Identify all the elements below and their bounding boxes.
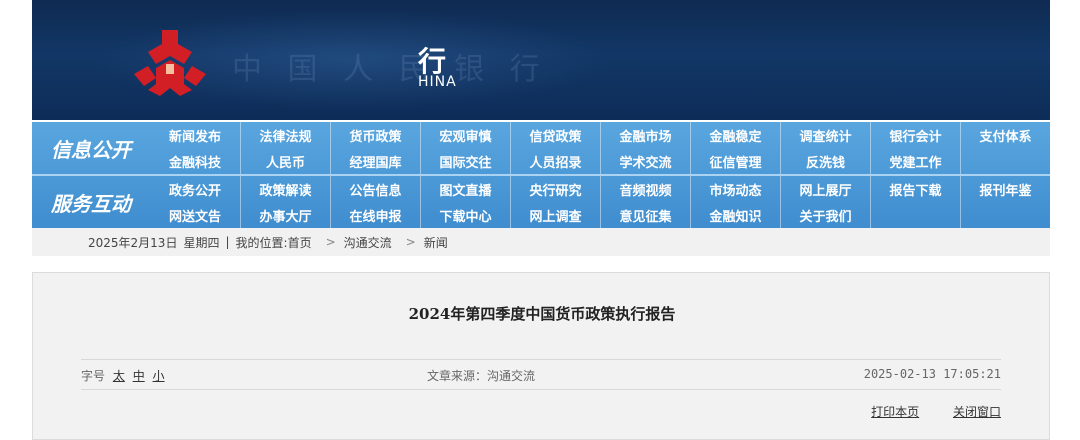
nav-item[interactable]: 支付体系 — [960, 122, 1050, 148]
breadcrumb-separator: > — [325, 235, 336, 249]
nav-item[interactable]: 报刊年鉴 — [960, 176, 1050, 202]
nav-item[interactable]: 学术交流 — [600, 148, 690, 174]
nav-item[interactable]: 网送文告 — [150, 202, 240, 228]
nav-item[interactable]: 党建工作 — [870, 148, 960, 174]
nav-item[interactable]: 下载中心 — [420, 202, 510, 228]
nav-item[interactable]: 网上展厅 — [780, 176, 870, 202]
nav-item[interactable]: 报告下载 — [870, 176, 960, 202]
nav-item[interactable]: 音频视频 — [600, 176, 690, 202]
nav-item[interactable]: 信贷政策 — [510, 122, 600, 148]
nav-item[interactable]: 国际交往 — [420, 148, 510, 174]
nav-item[interactable]: 征信管理 — [690, 148, 780, 174]
main-nav: 信息公开 服务互动 新闻发布 法律法规 货币政策 宏观审慎 信贷政策 金融市场 … — [32, 122, 1050, 228]
font-size-small-link[interactable]: 小 — [153, 369, 165, 383]
nav-item[interactable]: 政务公开 — [150, 176, 240, 202]
breadcrumb-separator: > — [405, 235, 416, 249]
current-weekday: 星期四 — [183, 235, 220, 250]
print-page-link[interactable]: 打印本页 — [871, 405, 919, 419]
nav-item-empty — [960, 148, 1050, 174]
nav-item[interactable]: 政策解读 — [240, 176, 330, 202]
nav-item[interactable]: 金融稳定 — [690, 122, 780, 148]
breadcrumb: 2025年2月13日 星期四 | 我的位置: 首页 > 沟通交流 > 新闻 — [32, 228, 1050, 256]
page: 中 国 人 民 银 行 行 HINA 信息公开 服务互动 新闻发布 法律法规 货… — [32, 0, 1050, 440]
nav-item[interactable]: 在线申报 — [330, 202, 420, 228]
nav-item[interactable]: 图文直播 — [420, 176, 510, 202]
nav-row-2: 金融科技 人民币 经理国库 国际交往 人员招录 学术交流 征信管理 反洗钱 党建… — [150, 148, 1050, 174]
nav-section-info-disclosure[interactable]: 信息公开 — [32, 122, 150, 174]
header-banner: 中 国 人 民 银 行 行 HINA — [32, 0, 1050, 120]
nav-item[interactable]: 货币政策 — [330, 122, 420, 148]
article-meta: 字号 太 中 小 文章来源：沟通交流 2025-02-13 17:05:21 — [81, 367, 1001, 387]
nav-item[interactable]: 法律法规 — [240, 122, 330, 148]
nav-item[interactable]: 意见征集 — [600, 202, 690, 228]
breadcrumb-level1-link[interactable]: 沟通交流 — [344, 234, 392, 251]
nav-item[interactable]: 央行研究 — [510, 176, 600, 202]
nav-item-empty — [960, 202, 1050, 228]
article-source: 文章来源：沟通交流 — [427, 369, 536, 383]
meta-top-rule — [81, 359, 1001, 360]
nav-item[interactable]: 调查统计 — [780, 122, 870, 148]
font-size-large-link[interactable]: 太 — [113, 369, 125, 383]
breadcrumb-divider: | — [225, 235, 230, 249]
nav-row-3: 政务公开 政策解读 公告信息 图文直播 央行研究 音频视频 市场动态 网上展厅 … — [150, 176, 1050, 202]
meta-bottom-rule — [81, 389, 1001, 390]
banner-title-en: HINA — [418, 74, 457, 90]
article-panel: 2024年第四季度中国货币政策执行报告 字号 太 中 小 文章来源：沟通交流 2… — [32, 272, 1050, 440]
nav-item[interactable]: 经理国库 — [330, 148, 420, 174]
close-window-link[interactable]: 关闭窗口 — [953, 405, 1001, 419]
banner-faded-text: 中 国 人 民 银 行 — [232, 52, 548, 87]
breadcrumb-home-link[interactable]: 首页 — [288, 234, 312, 251]
nav-item[interactable]: 金融知识 — [690, 202, 780, 228]
nav-item[interactable]: 公告信息 — [330, 176, 420, 202]
nav-item[interactable]: 办事大厅 — [240, 202, 330, 228]
nav-item[interactable]: 人员招录 — [510, 148, 600, 174]
nav-item[interactable]: 金融科技 — [150, 148, 240, 174]
nav-item[interactable]: 网上调查 — [510, 202, 600, 228]
location-label: 我的位置: — [235, 235, 288, 250]
nav-section-service-interaction[interactable]: 服务互动 — [32, 176, 150, 228]
nav-item-empty — [870, 202, 960, 228]
pboc-logo-icon[interactable] — [134, 30, 206, 96]
nav-item[interactable]: 反洗钱 — [780, 148, 870, 174]
font-size-control: 字号 太 中 小 — [81, 367, 165, 384]
current-date: 2025年2月13日 — [88, 235, 178, 250]
article-datetime: 2025-02-13 17:05:21 — [863, 367, 1001, 381]
article-actions: 打印本页 关闭窗口 — [841, 403, 1001, 420]
nav-item[interactable]: 银行会计 — [870, 122, 960, 148]
nav-item[interactable]: 关于我们 — [780, 202, 870, 228]
nav-row-1: 新闻发布 法律法规 货币政策 宏观审慎 信贷政策 金融市场 金融稳定 调查统计 … — [150, 122, 1050, 148]
nav-item[interactable]: 金融市场 — [600, 122, 690, 148]
nav-item[interactable]: 新闻发布 — [150, 122, 240, 148]
font-size-medium-link[interactable]: 中 — [133, 369, 145, 383]
nav-item[interactable]: 人民币 — [240, 148, 330, 174]
breadcrumb-level2-link[interactable]: 新闻 — [424, 234, 448, 251]
nav-item[interactable]: 市场动态 — [690, 176, 780, 202]
font-size-label: 字号 — [81, 369, 106, 383]
nav-row-4: 网送文告 办事大厅 在线申报 下载中心 网上调查 意见征集 金融知识 关于我们 — [150, 202, 1050, 228]
nav-item[interactable]: 宏观审慎 — [420, 122, 510, 148]
article-title: 2024年第四季度中国货币政策执行报告 — [408, 305, 676, 323]
